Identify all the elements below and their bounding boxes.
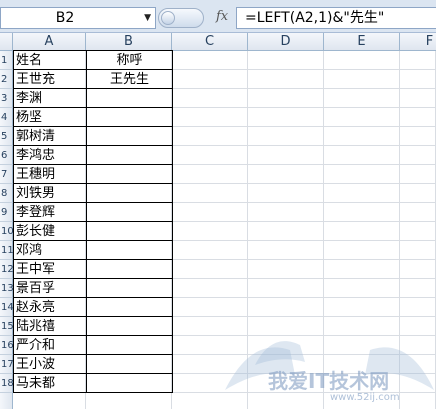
cell-a9[interactable]: 李登辉: [13, 202, 87, 222]
cell-b11[interactable]: [86, 240, 173, 260]
resize-knob-icon: [161, 11, 175, 25]
column-header-d[interactable]: D: [248, 33, 324, 51]
cell-b14[interactable]: [86, 297, 173, 317]
formula-bar: B2 ▼ fx =LEFT(A2,1)&"先生": [0, 0, 436, 33]
name-box[interactable]: B2 ▼: [0, 7, 156, 29]
column-header-c[interactable]: C: [172, 33, 248, 51]
cell-a14[interactable]: 赵永亮: [13, 297, 87, 317]
cell-b17[interactable]: [86, 354, 173, 374]
row-header[interactable]: [0, 393, 13, 409]
cell-b7[interactable]: [86, 164, 173, 184]
cell-b18[interactable]: [86, 373, 173, 393]
cell-a3[interactable]: 李渊: [13, 88, 87, 108]
cell-b9[interactable]: [86, 202, 173, 222]
cell-a16[interactable]: 严介和: [13, 335, 87, 355]
row-header[interactable]: 13: [0, 279, 14, 298]
cell-a7[interactable]: 王穗明: [13, 164, 87, 184]
cell-b10[interactable]: [86, 221, 173, 241]
cell-a1[interactable]: 姓名: [13, 50, 87, 70]
cell-a13[interactable]: 景百孚: [13, 278, 87, 298]
row-header[interactable]: 4: [0, 108, 13, 127]
row-header[interactable]: 2: [0, 70, 13, 89]
cell-a4[interactable]: 杨坚: [13, 107, 87, 127]
cell-b12[interactable]: [86, 259, 173, 279]
column-header-a[interactable]: A: [13, 33, 86, 51]
insert-function-icon[interactable]: fx: [216, 9, 228, 24]
row-header[interactable]: 11: [0, 241, 14, 260]
cell-a18[interactable]: 马未都: [13, 373, 87, 393]
cell-b15[interactable]: [86, 316, 173, 336]
cell-b1[interactable]: 称呼: [86, 50, 173, 70]
row-header[interactable]: 17: [0, 355, 14, 374]
cell-b4[interactable]: [86, 107, 173, 127]
row-header[interactable]: 14: [0, 298, 14, 317]
row-header[interactable]: 3: [0, 89, 13, 108]
watermark-url: www.52ij.com: [330, 392, 400, 403]
row-header[interactable]: 12: [0, 260, 14, 279]
cell-b16[interactable]: [86, 335, 173, 355]
gridline: [247, 51, 248, 409]
cell-a2[interactable]: 王世充: [13, 69, 87, 89]
row-header[interactable]: 7: [0, 165, 13, 184]
gridline: [399, 51, 400, 409]
cell-b3[interactable]: [86, 88, 173, 108]
cell-a8[interactable]: 刘铁男: [13, 183, 87, 203]
row-header[interactable]: 16: [0, 336, 14, 355]
name-box-value: B2: [55, 10, 75, 26]
row-header[interactable]: 1: [0, 51, 13, 70]
column-header-e[interactable]: E: [324, 33, 400, 51]
cell-b13[interactable]: [86, 278, 173, 298]
row-header[interactable]: 6: [0, 146, 13, 165]
formula-bar-resize-handle[interactable]: [158, 8, 204, 28]
column-header-f[interactable]: F: [400, 33, 436, 51]
gridline: [323, 51, 324, 409]
row-header[interactable]: 15: [0, 317, 14, 336]
cell-b2[interactable]: 王先生: [86, 69, 173, 89]
chevron-down-icon[interactable]: ▼: [144, 8, 151, 28]
cell-a17[interactable]: 王小波: [13, 354, 87, 374]
cell-a11[interactable]: 邓鸿: [13, 240, 87, 260]
cell-b5[interactable]: [86, 126, 173, 146]
row-header[interactable]: 8: [0, 184, 13, 203]
cell-a12[interactable]: 王中军: [13, 259, 87, 279]
watermark-text: 我爱IT技术网: [268, 369, 390, 393]
row-header[interactable]: 18: [0, 374, 14, 393]
cell-a6[interactable]: 李鸿忠: [13, 145, 87, 165]
cell-b6[interactable]: [86, 145, 173, 165]
column-header-b[interactable]: B: [86, 33, 172, 51]
row-header[interactable]: 9: [0, 203, 13, 222]
formula-input[interactable]: =LEFT(A2,1)&"先生": [236, 7, 436, 29]
cell-a5[interactable]: 郭树清: [13, 126, 87, 146]
cell-a15[interactable]: 陆兆禧: [13, 316, 87, 336]
cell-b8[interactable]: [86, 183, 173, 203]
row-header[interactable]: 5: [0, 127, 13, 146]
spreadsheet-grid: A B C D E F 1 姓名 称呼 2 王世充 王先生 3 李渊 4 杨坚 5 郭树清 6 李鸿忠 7 王穗明 8 刘铁男…: [0, 33, 436, 409]
select-all-corner[interactable]: [0, 33, 13, 51]
cell-a10[interactable]: 彭长健: [13, 221, 87, 241]
row-header[interactable]: 10: [0, 222, 14, 241]
